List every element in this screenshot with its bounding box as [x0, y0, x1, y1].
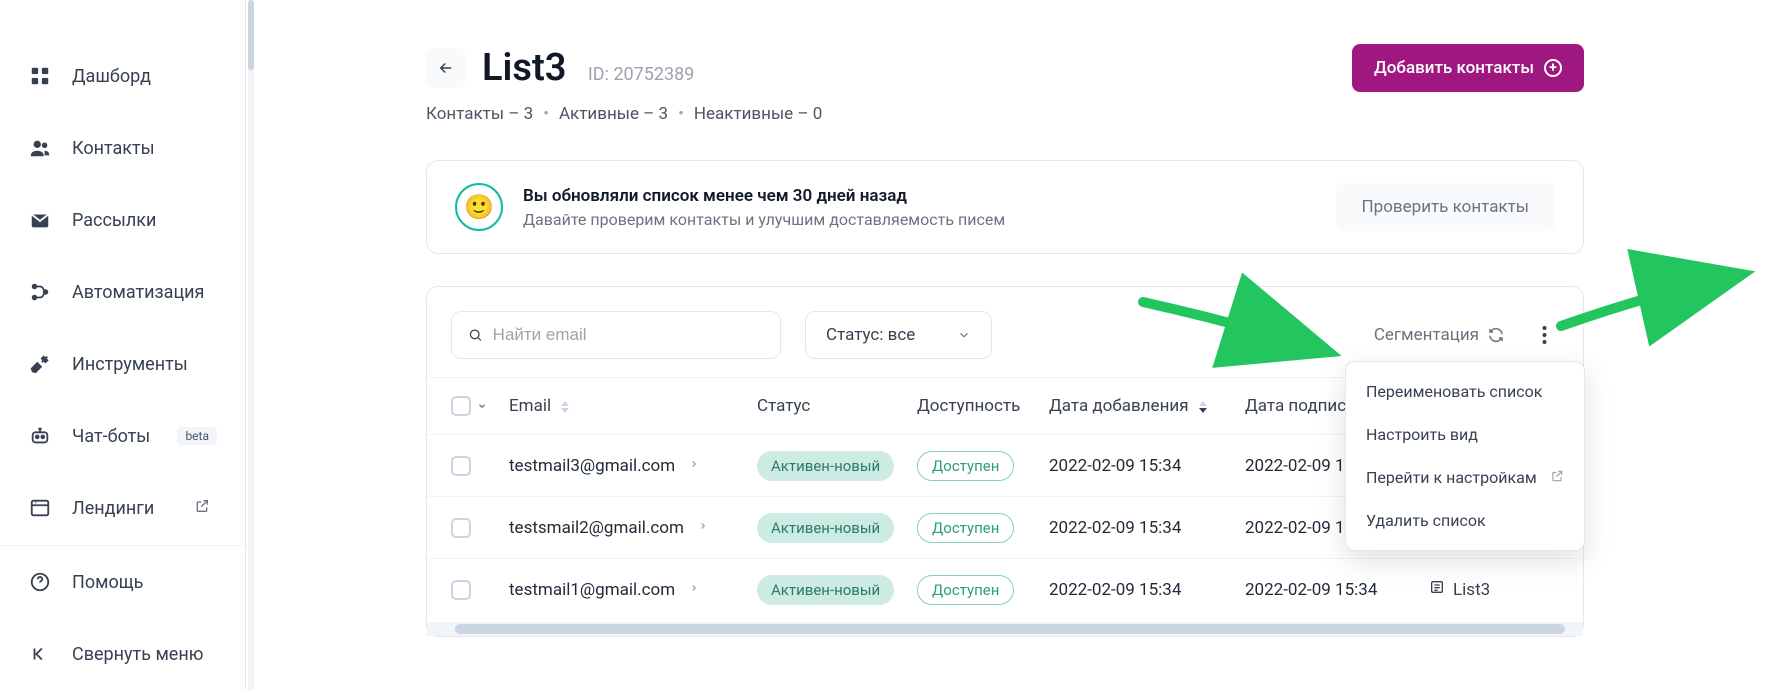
email-value: testmail3@gmail.com: [509, 456, 675, 476]
row-checkbox[interactable]: [451, 518, 471, 538]
status-badge: Активен-новый: [757, 575, 894, 605]
sidebar-item-help[interactable]: Помощь: [0, 546, 245, 618]
avail-badge: Доступен: [917, 451, 1014, 481]
menu-view[interactable]: Настроить вид: [1346, 413, 1584, 456]
sidebar-item-dashboard[interactable]: Дашборд: [0, 40, 245, 112]
more-menu-button[interactable]: [1529, 315, 1559, 355]
select-all-checkbox[interactable]: [451, 396, 471, 416]
table-row: testmail1@gmail.com Активен-новый Доступ…: [427, 558, 1583, 620]
list-icon: [1429, 579, 1445, 600]
mail-icon: [28, 208, 52, 232]
banner-heading: Вы обновляли список менее чем 30 дней на…: [523, 186, 1005, 206]
col-status[interactable]: Статус: [757, 396, 917, 416]
update-banner: 🙂 Вы обновляли список менее чем 30 дней …: [426, 160, 1584, 254]
sidebar-item-campaigns[interactable]: Рассылки: [0, 184, 245, 256]
date-added: 2022-02-09 15:34: [1049, 580, 1245, 600]
chevron-down-icon[interactable]: [477, 401, 487, 411]
status-badge: Активен-новый: [757, 513, 894, 543]
status-filter[interactable]: Статус: все: [805, 311, 992, 359]
search-input[interactable]: [493, 325, 764, 345]
date-added: 2022-02-09 15:34: [1049, 456, 1245, 476]
contacts-table-card: Статус: все Сегментация Переименовать сп…: [426, 286, 1584, 637]
stats-row: Контакты – 3 • Активные – 3 • Неактивные…: [426, 104, 1584, 124]
list-id: ID: 20752389: [588, 64, 694, 85]
external-icon: [1550, 468, 1564, 487]
col-email[interactable]: Email: [509, 396, 757, 416]
sidebar-item-label: Автоматизация: [72, 282, 204, 303]
tools-icon: [28, 352, 52, 376]
chevron-down-icon: [957, 328, 971, 342]
stats-active: Активные – 3: [559, 104, 668, 124]
add-contacts-button[interactable]: Добавить контакты +: [1352, 44, 1584, 92]
sidebar-item-chatbots[interactable]: Чат-боты beta: [0, 400, 245, 472]
segmentation-button[interactable]: Сегментация: [1374, 325, 1505, 345]
email-value: testmail1@gmail.com: [509, 580, 675, 600]
kebab-icon: [1542, 325, 1547, 345]
menu-rename[interactable]: Переименовать список: [1346, 370, 1584, 413]
col-date-added[interactable]: Дата добавления: [1049, 396, 1245, 416]
sidebar-item-label: Чат-боты: [72, 426, 150, 447]
sidebar-item-contacts[interactable]: Контакты: [0, 112, 245, 184]
external-icon: [194, 498, 210, 519]
sidebar-item-tools[interactable]: Инструменты: [0, 328, 245, 400]
row-checkbox[interactable]: [451, 580, 471, 600]
sidebar-item-landings[interactable]: Лендинги: [0, 472, 245, 544]
sidebar-item-label: Дашборд: [72, 66, 151, 87]
sidebar-item-label: Инструменты: [72, 354, 188, 375]
back-button[interactable]: [426, 48, 466, 88]
sidebar-item-label: Контакты: [72, 138, 155, 159]
annotation-arrow: [1138, 292, 1328, 366]
sidebar-item-automation[interactable]: Автоматизация: [0, 256, 245, 328]
status-badge: Активен-новый: [757, 451, 894, 481]
refresh-icon: [1487, 326, 1505, 344]
plus-circle-icon: +: [1544, 59, 1562, 77]
context-menu: Переименовать список Настроить вид Перей…: [1345, 361, 1585, 551]
banner-sub: Давайте проверим контакты и улучшим дост…: [523, 210, 1005, 229]
annotation-arrow: [1556, 266, 1746, 340]
smile-icon: 🙂: [455, 183, 503, 231]
menu-settings[interactable]: Перейти к настройкам: [1346, 456, 1584, 499]
expand-row-icon[interactable]: [689, 456, 699, 476]
check-contacts-button[interactable]: Проверить контакты: [1336, 183, 1555, 231]
menu-delete[interactable]: Удалить список: [1346, 499, 1584, 542]
search-input-wrapper[interactable]: [451, 311, 781, 359]
sidebar-item-collapse[interactable]: Свернуть меню: [0, 618, 245, 690]
sidebar: Дашборд Контакты Рассылки Автоматизация …: [0, 0, 246, 690]
avail-badge: Доступен: [917, 513, 1014, 543]
sidebar-item-label: Помощь: [72, 572, 143, 593]
help-icon: [28, 570, 52, 594]
page-title: List3 ID: 20752389: [482, 46, 694, 90]
sidebar-item-label: Лендинги: [72, 498, 154, 519]
expand-row-icon[interactable]: [698, 518, 708, 538]
automation-icon: [28, 280, 52, 304]
beta-badge: beta: [177, 427, 217, 445]
date-added: 2022-02-09 15:34: [1049, 518, 1245, 538]
expand-row-icon[interactable]: [689, 580, 699, 600]
collapse-icon: [28, 642, 52, 666]
stats-contacts: Контакты – 3: [426, 104, 533, 124]
date-sub: 2022-02-09 15:34: [1245, 580, 1429, 600]
avail-badge: Доступен: [917, 575, 1014, 605]
horizontal-scrollbar[interactable]: [427, 622, 1583, 636]
stats-inactive: Неактивные – 0: [694, 104, 822, 124]
sidebar-item-label: Рассылки: [72, 210, 156, 231]
email-value: testsmail2@gmail.com: [509, 518, 684, 538]
sidebar-item-label: Свернуть меню: [72, 644, 203, 665]
dashboard-icon: [28, 64, 52, 88]
bot-icon: [28, 424, 52, 448]
contacts-icon: [28, 136, 52, 160]
row-checkbox[interactable]: [451, 456, 471, 476]
search-icon: [468, 327, 483, 343]
main-content: List3 ID: 20752389 Добавить контакты + К…: [246, 0, 1784, 690]
col-availability[interactable]: Доступность: [917, 396, 1049, 416]
list-name: List3: [1453, 580, 1490, 600]
landing-icon: [28, 496, 52, 520]
